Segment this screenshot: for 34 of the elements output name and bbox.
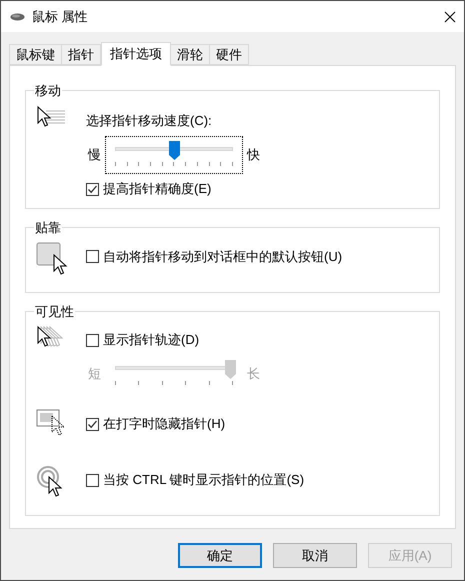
checkbox[interactable]: 显示指针轨迹(D) bbox=[86, 331, 260, 349]
mouse-icon bbox=[10, 12, 25, 20]
tab[interactable]: 指针选项 bbox=[101, 42, 171, 66]
slider-caption: 选择指针移动速度(C): bbox=[86, 112, 213, 130]
tab[interactable]: 指针 bbox=[61, 44, 101, 65]
slider[interactable] bbox=[112, 141, 236, 167]
slider-max-label: 快 bbox=[247, 146, 260, 164]
window-title: 鼠标 属性 bbox=[32, 8, 88, 26]
checkbox-box[interactable] bbox=[86, 418, 99, 430]
tab[interactable]: 鼠标键 bbox=[9, 44, 62, 65]
dialog-button[interactable]: 取消 bbox=[273, 543, 357, 568]
checkbox-label: 显示指针轨迹(D) bbox=[103, 331, 200, 350]
slider-min-label: 慢 bbox=[88, 146, 101, 164]
tab[interactable]: 滑轮 bbox=[170, 44, 210, 65]
close-icon[interactable] bbox=[444, 10, 456, 22]
checkbox-box[interactable] bbox=[86, 474, 99, 486]
snap-to-button-icon bbox=[36, 242, 70, 276]
group-title: 移动 bbox=[34, 82, 62, 100]
checkbox-box[interactable] bbox=[86, 334, 99, 346]
check-icon bbox=[87, 418, 98, 430]
slider-max-label: 长 bbox=[247, 365, 260, 384]
slider-thumb[interactable] bbox=[168, 141, 180, 160]
check-icon bbox=[87, 184, 98, 194]
dialog-button[interactable]: 确定 bbox=[178, 543, 262, 568]
group-title: 可见性 bbox=[34, 302, 75, 320]
slider-min-label: 短 bbox=[88, 365, 101, 384]
checkbox-label: 提高指针精确度(E) bbox=[103, 180, 212, 198]
checkbox[interactable]: 提高指针精确度(E) bbox=[86, 180, 260, 198]
tab[interactable]: 硬件 bbox=[209, 44, 249, 65]
group-title: 贴靠 bbox=[34, 219, 62, 237]
checkbox-box[interactable] bbox=[86, 182, 99, 196]
hide-pointer-icon bbox=[36, 409, 66, 437]
slider[interactable] bbox=[112, 360, 236, 386]
checkbox-box[interactable] bbox=[86, 250, 99, 263]
